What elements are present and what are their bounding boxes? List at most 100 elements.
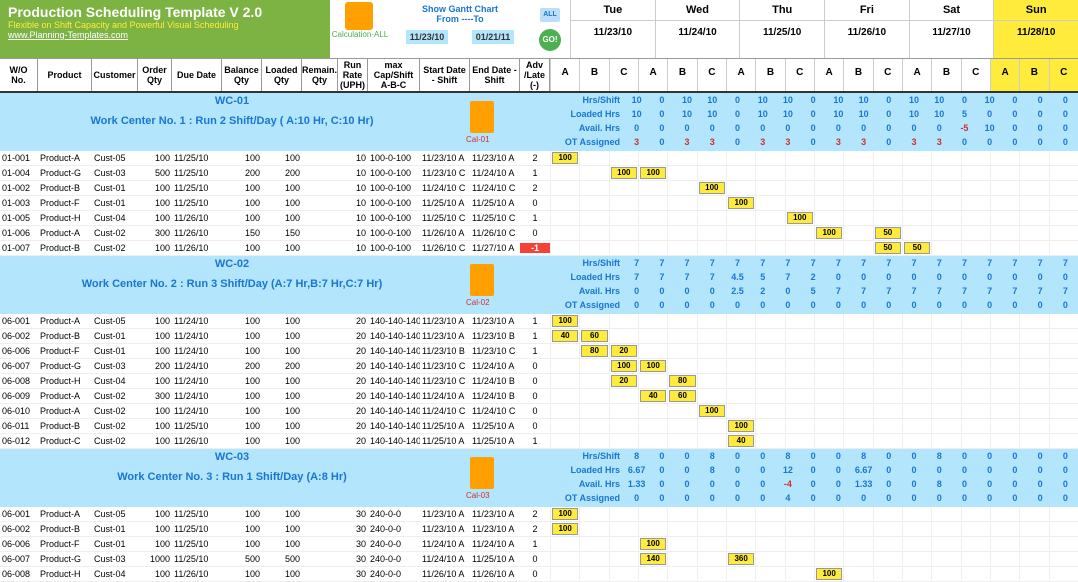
gantt-cell [843,522,872,537]
gantt-bar[interactable]: 40 [552,330,578,342]
data-row[interactable]: 06-006 Product-F Cust-01 100 11/25/10 10… [0,537,1078,552]
data-row[interactable]: 06-008 Product-H Cust-04 100 11/26/10 10… [0,567,1078,582]
gantt-bar[interactable]: 20 [611,345,637,357]
gantt-bar[interactable]: 40 [728,435,754,447]
stat-label: OT Assigned [530,300,624,310]
data-row[interactable]: 01-004 Product-G Cust-03 500 11/25/10 20… [0,166,1078,181]
gantt-cell [931,552,960,567]
gantt-bar[interactable]: 100 [640,538,666,550]
data-row[interactable]: 06-011 Product-B Cust-02 100 11/25/10 10… [0,419,1078,434]
gantt-bar[interactable]: 100 [611,360,637,372]
gantt-cell [843,196,872,211]
data-row[interactable]: 06-002 Product-B Cust-01 100 11/24/10 10… [0,329,1078,344]
gantt-cell [990,181,1019,196]
gantt-cell [697,522,726,537]
data-row[interactable]: 06-010 Product-A Cust-02 100 11/24/10 10… [0,404,1078,419]
data-row[interactable]: 01-007 Product-B Cust-02 100 11/26/10 10… [0,241,1078,256]
gantt-cell [638,329,667,344]
gantt-bar[interactable]: 100 [816,568,842,580]
stat-cell: 0 [876,493,901,503]
stat-cell: 10 [674,109,699,119]
data-row[interactable]: 01-002 Product-B Cust-01 100 11/25/10 10… [0,181,1078,196]
data-row[interactable]: 06-006 Product-F Cust-01 100 11/24/10 10… [0,344,1078,359]
shift-letter: B [1019,59,1048,91]
go-button[interactable]: GO! [539,29,561,51]
col-customer: Customer [92,59,138,91]
cell-due-date: 11/25/10 [172,153,222,163]
cell-rate: 20 [338,436,368,446]
data-row[interactable]: 01-005 Product-H Cust-04 100 11/26/10 10… [0,211,1078,226]
gantt-cell [873,151,902,166]
gantt-bar[interactable]: 100 [816,227,842,239]
gantt-bar[interactable]: 140 [640,553,666,565]
gantt-bar[interactable]: 60 [669,390,695,402]
calculator-icon [345,2,373,30]
calendar-icon[interactable] [470,101,494,133]
data-row[interactable]: 06-001 Product-A Cust-05 100 11/25/10 10… [0,507,1078,522]
stat-cell: 7 [1053,286,1078,296]
gantt-cell [843,314,872,329]
gantt-cell [902,522,931,537]
gantt-bar[interactable]: 50 [875,227,901,239]
cell-product: Product-A [38,153,92,163]
date-to-input[interactable]: 01/21/11 [472,30,515,44]
gantt-bar[interactable]: 50 [904,242,930,254]
cell-adv-late: 0 [520,569,550,579]
gantt-cell [843,567,872,582]
cell-start: 11/23/10 B [420,346,470,356]
gantt-cell: 100 [814,226,843,241]
data-row[interactable]: 06-012 Product-C Cust-02 100 11/26/10 10… [0,434,1078,449]
all-button[interactable]: ALL [540,8,560,22]
gantt-cell [873,329,902,344]
calculation-button[interactable]: Calculation-ALL [330,0,390,58]
data-row[interactable]: 01-003 Product-F Cust-01 100 11/25/10 10… [0,196,1078,211]
cell-start: 11/26/10 A [420,569,470,579]
data-row[interactable]: 06-009 Product-A Cust-02 300 11/24/10 10… [0,389,1078,404]
gantt-bar[interactable]: 100 [552,152,578,164]
stat-cell: 0 [977,451,1002,461]
gantt-cell [667,434,696,449]
gantt-bar[interactable]: 100 [640,360,666,372]
gantt-bar[interactable]: 100 [728,197,754,209]
data-row[interactable]: 01-001 Product-A Cust-05 100 11/25/10 10… [0,151,1078,166]
gantt-bar[interactable]: 80 [669,375,695,387]
gantt-bar[interactable]: 40 [640,390,666,402]
date-from-input[interactable]: 11/23/10 [406,30,449,44]
gantt-area: 4060 [550,329,1078,344]
gantt-bar[interactable]: 100 [611,167,637,179]
gantt-bar[interactable]: 100 [787,212,813,224]
gantt-bar[interactable]: 360 [728,553,754,565]
data-row[interactable]: 06-002 Product-B Cust-01 100 11/25/10 10… [0,522,1078,537]
cell-end: 11/24/10 A [470,361,520,371]
gantt-bar[interactable]: 20 [611,375,637,387]
gantt-cell [726,241,755,256]
cell-start: 11/23/10 C [420,376,470,386]
data-row[interactable]: 06-008 Product-H Cust-04 100 11/24/10 10… [0,374,1078,389]
gantt-bar[interactable]: 60 [581,330,607,342]
data-row[interactable]: 06-001 Product-A Cust-05 100 11/24/10 10… [0,314,1078,329]
stat-cell: 0 [801,493,826,503]
gantt-bar[interactable]: 100 [640,167,666,179]
gantt-cell [785,567,814,582]
gantt-bar[interactable]: 100 [699,405,725,417]
stat-cell: 7 [876,286,901,296]
data-row[interactable]: 06-007 Product-G Cust-03 200 11/24/10 20… [0,359,1078,374]
app-link[interactable]: www.Planning-Templates.com [8,30,322,40]
stat-cell: 0 [801,465,826,475]
gantt-bar[interactable]: 100 [552,523,578,535]
cell-loaded: 100 [262,509,302,519]
cell-customer: Cust-05 [92,316,138,326]
cell-balance: 100 [222,153,262,163]
calendar-icon[interactable] [470,457,494,489]
data-row[interactable]: 06-007 Product-G Cust-03 1000 11/25/10 5… [0,552,1078,567]
gantt-bar[interactable]: 100 [552,315,578,327]
data-row[interactable]: 01-006 Product-A Cust-02 300 11/26/10 15… [0,226,1078,241]
gantt-bar[interactable]: 80 [581,345,607,357]
calendar-icon[interactable] [470,264,494,296]
gantt-bar[interactable]: 100 [699,182,725,194]
gantt-cell [726,522,755,537]
gantt-cell [814,211,843,226]
cell-capacity: 140-140-140 [368,436,420,446]
gantt-bar[interactable]: 50 [875,242,901,254]
gantt-bar[interactable]: 100 [728,420,754,432]
